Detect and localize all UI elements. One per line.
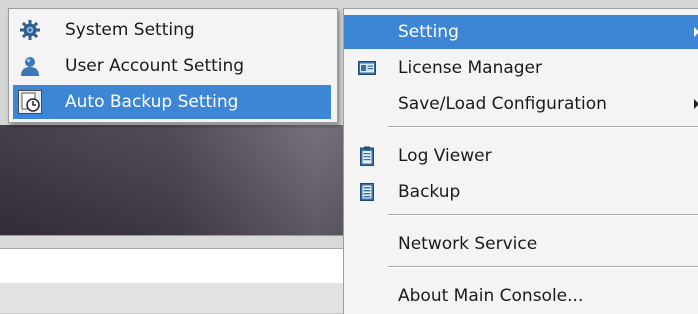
menu-separator <box>388 266 698 268</box>
clock-backup-icon <box>13 85 47 119</box>
clipboard-icon <box>344 139 390 173</box>
menu-item-save-load-configuration[interactable]: Save/Load Configuration <box>344 87 698 121</box>
setting-submenu: System Setting User Account Setting Auto… <box>8 8 338 123</box>
submenu-item-label: User Account Setting <box>65 56 245 76</box>
menu-item-label: About Main Console... <box>398 286 584 306</box>
menu-item-setting[interactable]: Setting <box>344 15 698 49</box>
gear-icon <box>13 13 47 47</box>
license-card-icon <box>344 51 390 85</box>
menu-item-label: License Manager <box>398 58 543 78</box>
menu-item-network-service[interactable]: Network Service <box>344 227 698 261</box>
menu-item-label: Log Viewer <box>398 146 492 166</box>
menu-item-label: Setting <box>398 22 459 42</box>
menu-item-license-manager[interactable]: License Manager <box>344 51 698 85</box>
submenu-item-user-account-setting[interactable]: User Account Setting <box>13 49 331 83</box>
menu-item-log-viewer[interactable]: Log Viewer <box>344 139 698 173</box>
menu-item-label: Network Service <box>398 234 538 254</box>
menu-item-label: Backup <box>398 182 461 202</box>
menu-item-label: Save/Load Configuration <box>398 94 607 114</box>
backup-list-icon <box>344 175 390 209</box>
submenu-arrow-icon <box>694 27 698 37</box>
main-menu: Setting License Manager Save/Load Config… <box>343 8 698 314</box>
submenu-item-system-setting[interactable]: System Setting <box>13 13 331 47</box>
user-icon <box>13 49 47 83</box>
menu-item-about-main-console[interactable]: About Main Console... <box>344 279 698 313</box>
submenu-item-label: System Setting <box>65 20 195 40</box>
menu-item-backup[interactable]: Backup <box>344 175 698 209</box>
submenu-item-label: Auto Backup Setting <box>65 92 239 112</box>
menu-separator <box>388 214 698 216</box>
submenu-arrow-icon <box>694 99 698 109</box>
submenu-item-auto-backup-setting[interactable]: Auto Backup Setting <box>13 85 331 119</box>
menu-separator <box>388 126 698 128</box>
